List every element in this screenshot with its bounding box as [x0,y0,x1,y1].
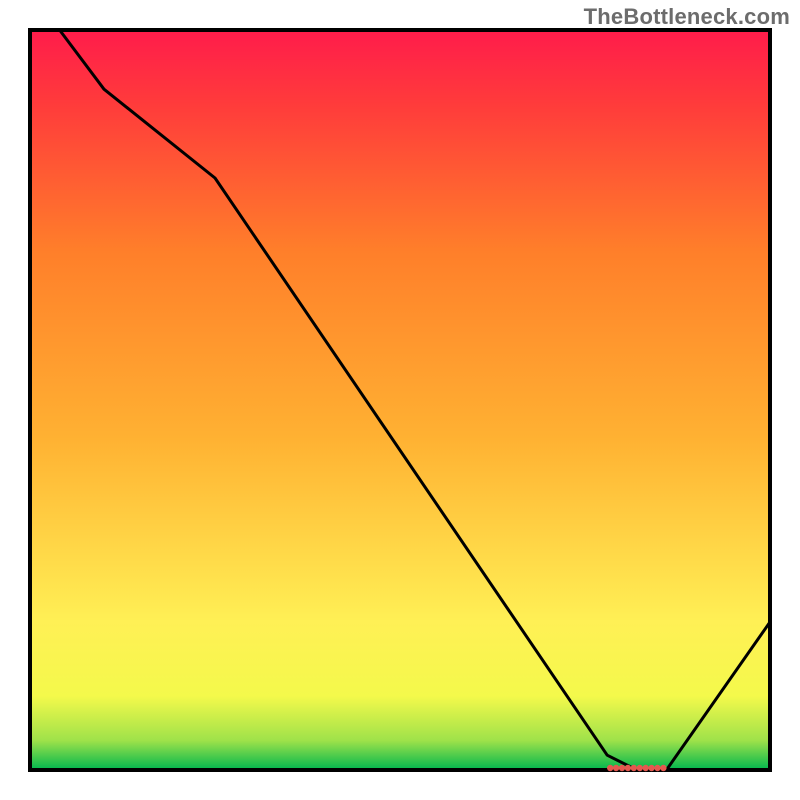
optimal-marker-dot [607,765,613,771]
optimal-marker-dot [631,765,637,771]
optimal-marker-dot [613,765,619,771]
optimal-marker-dot [643,765,649,771]
optimal-marker-dot [625,765,631,771]
optimal-marker-dot [660,765,666,771]
optimal-marker-dot [654,765,660,771]
chart-stage: TheBottleneck.com [0,0,800,800]
optimal-marker-dot [637,765,643,771]
bottleneck-chart [0,0,800,800]
optimal-marker-dot [619,765,625,771]
optimal-marker-dot [648,765,654,771]
plot-heat-fill [30,30,770,770]
